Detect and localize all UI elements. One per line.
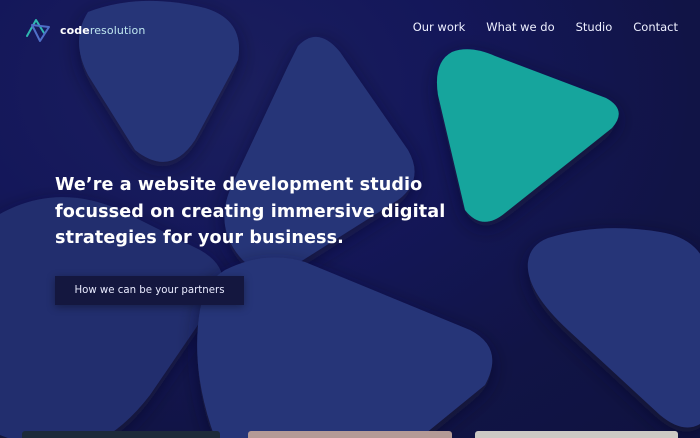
- hero-headline-line-1: We’re a website development studio: [55, 175, 423, 195]
- partners-cta-button[interactable]: How we can be your partners: [55, 276, 244, 305]
- logo-text-bold: code: [60, 23, 90, 37]
- work-thumbnail-2[interactable]: [248, 431, 452, 438]
- work-thumbnail-3[interactable]: [475, 431, 678, 438]
- main-nav: Our work What we do Studio Contact: [413, 20, 678, 34]
- nav-item-our-work[interactable]: Our work: [413, 20, 466, 34]
- logo-text: coderesolution: [60, 24, 145, 37]
- nav-item-contact[interactable]: Contact: [633, 20, 678, 34]
- work-thumbnail-1[interactable]: [22, 431, 220, 438]
- hero-headline: We’re a website development studio focus…: [55, 172, 475, 252]
- hero-headline-line-2: focussed on creating immersive digital: [55, 201, 446, 222]
- nav-item-studio[interactable]: Studio: [576, 20, 613, 34]
- logo[interactable]: coderesolution: [22, 16, 145, 44]
- hero-headline-line-3: strategies for your business.: [55, 228, 344, 248]
- logo-text-light: resolution: [89, 23, 146, 37]
- hero-background: coderesolution Our work What we do Studi…: [0, 0, 700, 438]
- nav-item-what-we-do[interactable]: What we do: [486, 20, 554, 34]
- logo-mark-icon: [26, 19, 50, 42]
- bg-shape-right: [527, 228, 700, 428]
